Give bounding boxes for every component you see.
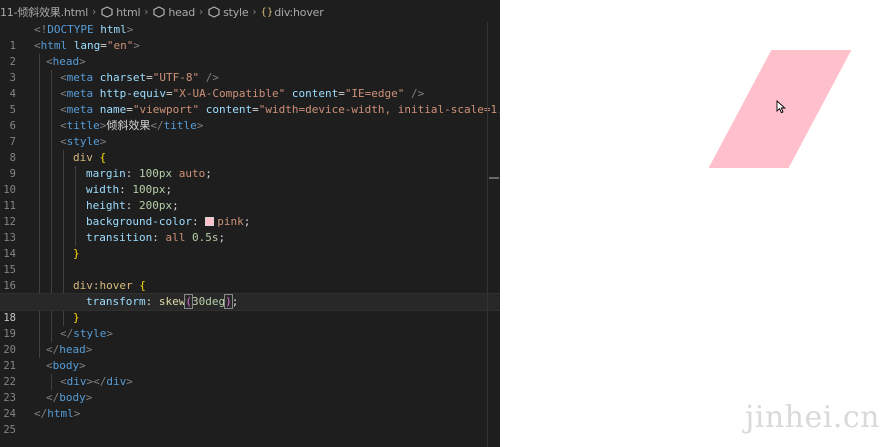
code-text: width: 100px; [86,183,173,196]
code-line[interactable]: 20 </style> [0,326,500,356]
breadcrumb-item-label: head [168,5,196,19]
breadcrumb: 11-倾斜效果.html › html › head › style › {} … [0,0,500,24]
breadcrumb-item-label: html [116,5,141,19]
code-editor[interactable]: 11-倾斜效果.html › html › head › style › {} … [0,0,500,447]
code-line[interactable]: 24 </body> [0,390,500,420]
breadcrumb-item-head[interactable]: head [152,5,195,19]
code-line[interactable]: 1 <!DOCTYPE html> [0,22,500,52]
code-line[interactable]: 4 <meta charset="UTF-8" /> [0,70,500,100]
code-line[interactable]: 22 <body> [0,358,500,388]
code-text: margin: 100px auto; [86,167,212,180]
code-line[interactable]: 8 <style> [0,134,500,164]
code-text: <div></div> [60,375,133,388]
breadcrumb-file-label: 11-倾斜效果.html [0,6,89,19]
code-line[interactable]: 2 <html lang="en"> [0,38,500,68]
element-icon [207,5,221,19]
code-line[interactable]: 3 <head> [0,54,500,84]
code-text: <body> [46,359,86,372]
code-text: <meta charset="UTF-8" /> [60,71,219,84]
code-line[interactable]: 13 background-color: pink; [0,214,500,244]
code-line[interactable]: 11 width: 100px; [0,182,500,212]
line-number: 25 [3,424,16,436]
code-text: <style> [60,135,107,148]
chevron-right-icon: › [144,6,149,18]
code-text: <title>倾斜效果</title> [60,119,204,132]
code-line[interactable]: 7 <title>倾斜效果</title> [0,118,500,148]
code-text: <meta http-equiv="X-UA-Compatible" conte… [60,87,425,100]
watermark: jinhei.cn [744,400,880,435]
vertical-scrollbar[interactable] [487,22,500,447]
breadcrumb-item-div-hover[interactable]: {} div:hover [260,6,323,19]
chevron-right-icon: › [199,6,204,18]
code-text: transition: all 0.5s; [86,231,226,244]
code-text: </body> [46,391,93,404]
code-text: <!DOCTYPE html> [34,23,134,36]
code-line[interactable]: 6 <meta name="viewport" content="width=d… [0,102,500,132]
element-icon [100,5,114,19]
code-line[interactable]: 14 transition: all 0.5s; [0,230,500,260]
code-text: } [73,247,80,260]
code-text: <meta name="viewport" content="width=dev… [60,103,500,116]
breadcrumb-item-label: div:hover [274,5,324,19]
breadcrumb-item-html[interactable]: html [100,5,141,19]
selector-icon: {} [260,6,274,18]
code-line[interactable]: 17 div:hover { [0,278,500,308]
code-line[interactable]: 15 } [0,246,500,276]
chevron-right-icon: › [252,6,257,18]
code-text: height: 200px; [86,199,179,212]
overview-ruler-mark [489,177,499,179]
code-line[interactable]: 23 <div></div> [0,374,500,404]
breadcrumb-item-style[interactable]: style [207,5,249,19]
breadcrumb-item-label: style [223,5,249,19]
breadcrumb-file[interactable]: 11-倾斜效果.html [0,4,88,20]
code-text: div:hover { [73,279,146,292]
code-line[interactable]: 10 margin: 100px auto; [0,166,500,196]
chevron-right-icon: › [92,6,97,18]
code-text: div { [73,151,107,164]
code-line[interactable]: 9 div { [0,150,500,180]
code-text: <html lang="en"> [34,39,140,52]
code-line[interactable]: 12 height: 200px; [0,198,500,228]
code-line[interactable]: 25 </html> [0,406,500,436]
code-text: background-color: pink; [86,215,251,228]
code-line[interactable]: 5 <meta http-equiv="X-UA-Compatible" con… [0,86,500,116]
code-text: } [73,311,80,324]
code-text: </style> [60,327,113,340]
element-icon [152,5,166,19]
code-text: <head> [46,55,86,68]
code-line[interactable]: 16 [0,262,500,292]
code-text: </html> [34,407,81,420]
mouse-cursor-icon [776,100,786,114]
color-swatch[interactable] [205,217,215,226]
code-line[interactable]: 19 } [0,310,500,340]
code-text: </head> [46,343,93,356]
code-line-current[interactable]: 18 transform: skew(30deg); [0,293,500,324]
code-line[interactable]: 21 </head> [0,342,500,372]
code-text: transform: skew(30deg); [86,294,239,309]
code-area[interactable]: 1 <!DOCTYPE html> 2 <html lang="en"> 3 <… [0,22,500,447]
